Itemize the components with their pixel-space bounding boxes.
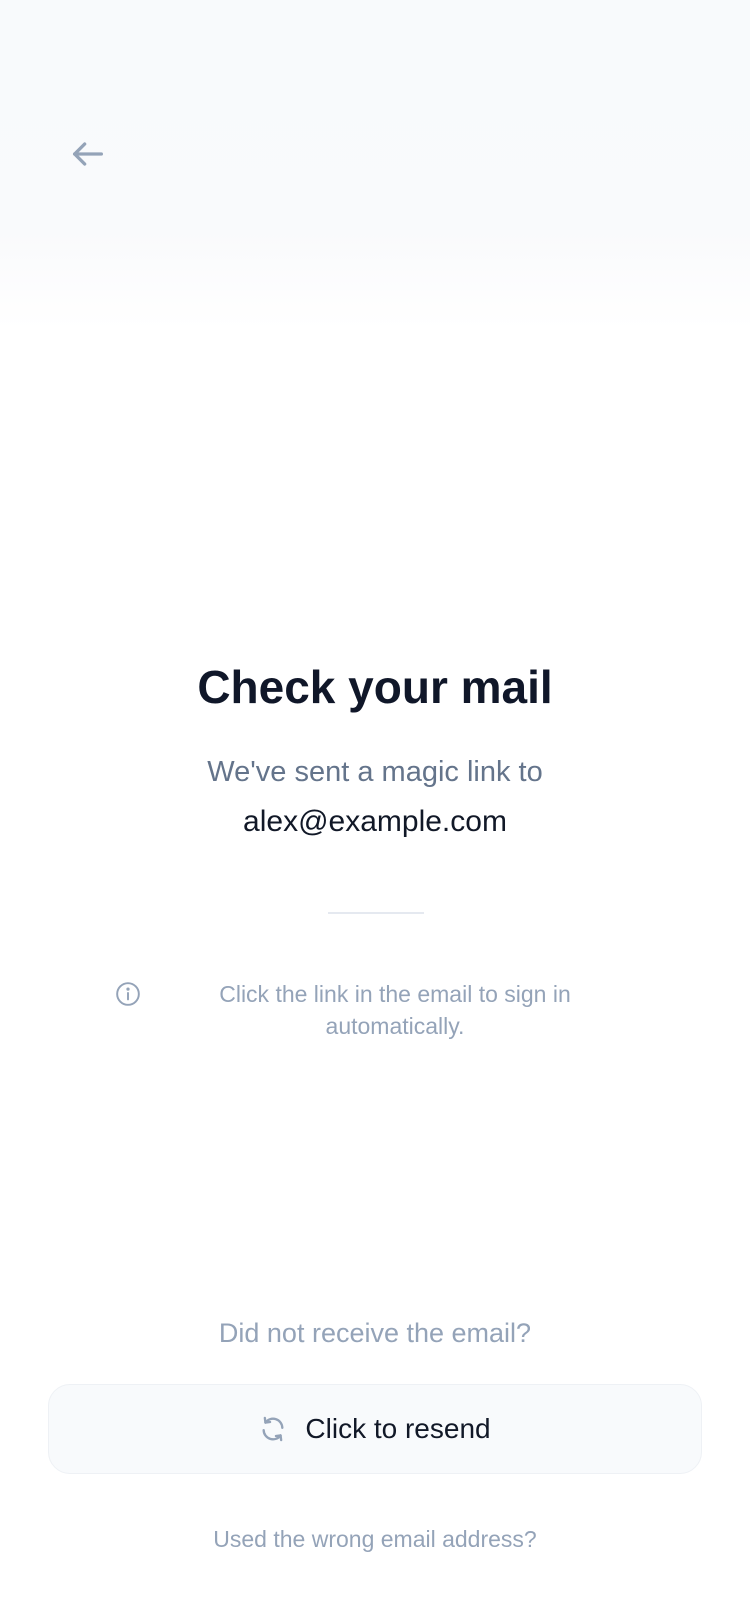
divider	[328, 912, 424, 914]
arrow-left-icon	[68, 134, 108, 179]
info-text: Click the link in the email to sign in a…	[219, 981, 571, 1039]
sent-message: We've sent a magic link to	[207, 756, 543, 788]
back-button[interactable]	[60, 128, 116, 184]
refresh-icon	[259, 1415, 287, 1443]
page-title: Check your mail	[197, 661, 553, 713]
did-not-receive-text: Did not receive the email?	[218, 1318, 532, 1348]
resend-label: Click to resend	[305, 1413, 491, 1444]
recipient-email: alex@example.com	[243, 805, 507, 838]
resend-button[interactable]: Click to resend	[48, 1384, 702, 1474]
wrong-email-link[interactable]: Used the wrong email address?	[0, 1526, 750, 1553]
info-icon	[115, 981, 141, 1007]
